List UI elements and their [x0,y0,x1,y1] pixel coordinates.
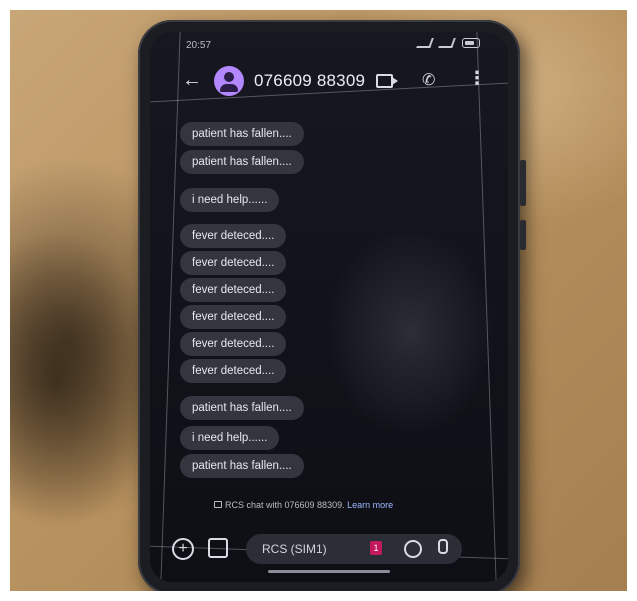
message-input[interactable]: RCS (SIM1) 1 [246,534,462,564]
video-call-icon[interactable] [376,74,398,88]
message-input-placeholder: RCS (SIM1) [262,542,327,556]
screen-crack [160,32,181,582]
signal-icon [438,38,456,48]
status-time: 20:57 [186,40,212,51]
screen-crack [476,32,497,582]
learn-more-link[interactable]: Learn more [347,500,393,510]
message-composer: + RCS (SIM1) 1 [150,530,508,570]
conversation-header: ← 076609 88309 ✆ ⋮ [150,62,508,102]
add-attachment-icon[interactable]: + [172,538,194,560]
message-bubble[interactable]: i need help...... [180,188,280,212]
message-bubble[interactable]: fever deteced.... [180,305,287,329]
sim-selector-icon[interactable]: 1 [370,541,382,555]
message-bubble[interactable]: patient has fallen.... [180,454,304,478]
lock-icon [214,501,222,508]
status-bar: 20:57 [150,32,508,56]
gallery-icon[interactable] [208,538,228,558]
battery-icon [462,38,480,48]
volume-key [520,160,526,206]
message-bubble[interactable]: patient has fallen.... [180,122,304,146]
message-bubble[interactable]: fever deteced.... [180,359,287,383]
back-arrow-icon[interactable]: ← [182,69,202,92]
phone-call-icon[interactable]: ✆ [422,70,435,90]
message-bubble[interactable]: fever deteced.... [180,278,287,302]
message-bubble[interactable]: patient has fallen.... [180,150,304,174]
message-bubble[interactable]: fever deteced.... [180,251,287,275]
contact-name[interactable]: 076609 88309 [254,71,365,91]
signal-icon [416,38,434,48]
emoji-icon[interactable] [404,540,422,558]
message-bubble[interactable]: patient has fallen.... [180,396,304,420]
message-bubble[interactable]: i need help...... [180,426,280,450]
rcs-notice-text: RCS chat with 076609 88309. [225,500,345,510]
home-indicator[interactable] [268,570,390,573]
message-bubble[interactable]: fever deteced.... [180,224,287,248]
message-bubble[interactable]: fever deteced.... [180,332,287,356]
more-options-icon[interactable]: ⋮ [468,68,486,89]
status-icons [416,38,480,48]
microphone-icon[interactable] [438,539,448,554]
power-key [520,220,526,250]
phone-screen: 20:57 ← 076609 88309 ✆ ⋮ patient has fal… [150,32,508,582]
photo-background: 20:57 ← 076609 88309 ✆ ⋮ patient has fal… [10,10,627,591]
contact-avatar[interactable] [214,66,244,96]
rcs-notice: RCS chat with 076609 88309. Learn more [214,500,393,510]
